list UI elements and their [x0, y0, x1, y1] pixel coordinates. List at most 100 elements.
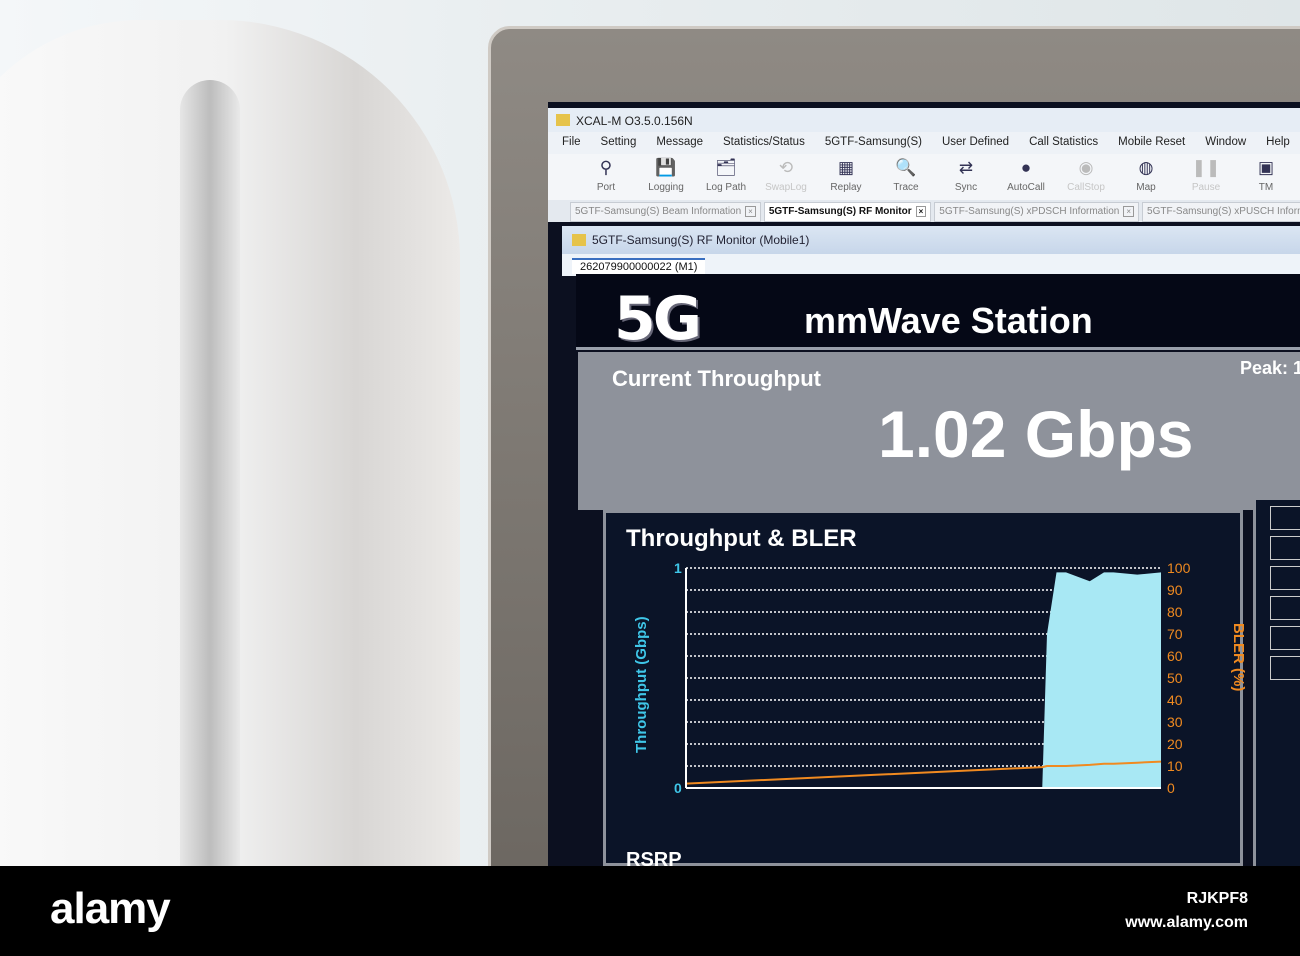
trace-button[interactable]: 🔍 Trace	[876, 158, 936, 200]
y-axis-label: Throughput (Gbps)	[633, 616, 650, 753]
tab-3[interactable]: 5GTF-Samsung(S) xPUSCH Inform×	[1142, 202, 1300, 222]
tab-label: 5GTF-Samsung(S) xPUSCH Inform	[1147, 206, 1300, 217]
menu-item-statistics-status[interactable]: Statistics/Status	[723, 136, 805, 154]
document-tabs: 5GTF-Samsung(S) Beam Information × 5GTF-Sa…	[548, 200, 1300, 222]
current-throughput-value: 1.02 Gbps	[878, 397, 1194, 471]
side-table-panel	[1253, 500, 1300, 866]
y2-tick-label: 10	[1167, 758, 1183, 774]
magnifier-icon: 🔍	[895, 158, 917, 177]
close-icon[interactable]: ×	[1123, 206, 1135, 217]
logging-button[interactable]: 💾 Logging	[636, 158, 696, 200]
window-title: 5GTF-Samsung(S) RF Monitor (Mobile1)	[592, 233, 810, 247]
app-title: XCAL-M O3.5.0.156N	[576, 114, 693, 128]
film-icon: ▦	[837, 158, 855, 177]
y2-tick-label: 40	[1167, 692, 1183, 708]
autocall-button[interactable]: ● AutoCall	[996, 158, 1056, 200]
y2-tick-label: 20	[1167, 736, 1183, 752]
menu-item-user-defined[interactable]: User Defined	[942, 136, 1009, 154]
banner-subtitle: mmWave Station	[804, 300, 1093, 341]
y2-tick-label: 90	[1167, 582, 1183, 598]
toolbar: ⚲ Port 💾 Logging 🗂 Log Path ⟲ SwapLog ▦ Replay 🔍 Tr…	[548, 154, 1300, 200]
save-icon: 💾	[655, 158, 677, 177]
menu-item-mobile-reset[interactable]: Mobile Reset	[1118, 136, 1185, 154]
menu-item-call-statistics[interactable]: Call Statistics	[1029, 136, 1098, 154]
toolbar-label: Trace	[893, 182, 919, 193]
mobile-tab-strip: 262079900000022 (M1)	[562, 254, 1300, 276]
5g-logo: 5G	[614, 284, 702, 354]
menu-item-help[interactable]: Help	[1266, 136, 1290, 154]
y2-tick-label: 100	[1167, 560, 1191, 576]
router-device	[0, 20, 460, 900]
map-button[interactable]: ◍ Map	[1116, 158, 1176, 200]
stock-footer: alamy RJKPF8 www.alamy.com	[0, 866, 1300, 956]
rsrp-panel-title: RSRP	[626, 849, 682, 866]
toolbar-label: Log Path	[705, 182, 747, 193]
y2-axis-label: BLER (%)	[1230, 623, 1246, 691]
throughput-panel: Current Throughput Peak: 1. 1.02 Gbps	[578, 352, 1300, 510]
tm-icon: ▣	[1257, 158, 1275, 177]
toolbar-label: Pause	[1191, 182, 1221, 193]
sync-icon: ⇄	[958, 158, 974, 177]
tab-2[interactable]: 5GTF-Samsung(S) xPDSCH Information ×	[934, 202, 1140, 222]
toolbar-label: Sync	[954, 182, 978, 193]
close-icon[interactable]: ×	[915, 206, 927, 217]
swap-icon: ⟲	[778, 158, 794, 177]
toolbar-label: TM	[1258, 182, 1274, 193]
alamy-url: www.alamy.com	[1125, 914, 1248, 931]
close-icon[interactable]: ×	[745, 206, 756, 217]
current-throughput-label: Current Throughput	[612, 366, 821, 391]
callstop-icon: ◉	[1078, 158, 1094, 177]
table-cell	[1270, 596, 1300, 620]
y-tick-label: 1	[674, 560, 682, 576]
app-logo-icon	[556, 114, 570, 126]
y2-tick-label: 30	[1167, 714, 1183, 730]
child-window-title-bar: 5GTF-Samsung(S) RF Monitor (Mobile1)	[562, 226, 1300, 254]
usb-icon: ⚲	[599, 158, 613, 177]
table-cell	[1270, 506, 1300, 530]
menu-item-5gtf-samsung-s-[interactable]: 5GTF-Samsung(S)	[825, 136, 922, 154]
tab-mobile1[interactable]: 262079900000022 (M1)	[572, 258, 706, 274]
title-bar: XCAL-M O3.5.0.156N	[548, 108, 1300, 132]
y-tick-label: 0	[674, 780, 682, 796]
tab-1[interactable]: 5GTF-Samsung(S) RF Monitor ×	[763, 202, 932, 222]
save-folder-icon: 🗂	[715, 158, 737, 177]
table-cell	[1270, 656, 1300, 680]
y2-tick-label: 70	[1167, 626, 1183, 642]
table-cell	[1270, 566, 1300, 590]
toolbar-label: Port	[596, 182, 616, 193]
menu-item-setting[interactable]: Setting	[601, 136, 637, 154]
port-button[interactable]: ⚲ Port	[576, 158, 636, 200]
y2-tick-label: 60	[1167, 648, 1183, 664]
sync-button[interactable]: ⇄ Sync	[936, 158, 996, 200]
globe-icon: ◍	[1138, 158, 1154, 177]
tm-button[interactable]: ▣ TM	[1236, 158, 1296, 200]
pause-button[interactable]: ❚❚ Pause	[1176, 158, 1236, 200]
menu-item-window[interactable]: Window	[1205, 136, 1246, 154]
peak-throughput: Peak: 1.	[1239, 358, 1300, 378]
toolbar-label: CallStop	[1067, 182, 1105, 193]
throughput-bler-chart-panel: Throughput & BLER 0 10 20 30 40 50 60 70 80 90 100…	[603, 510, 1246, 866]
window-logo-icon	[572, 234, 586, 246]
toolbar-label: SwapLog	[765, 182, 807, 193]
image-id: RJKPF8	[1186, 890, 1248, 907]
menu-item-file[interactable]: File	[562, 136, 581, 154]
tab-0[interactable]: 5GTF-Samsung(S) Beam Information ×	[570, 202, 761, 222]
y2-tick-label: 0	[1167, 780, 1175, 796]
laptop-screen: XCAL-M O3.5.0.156N File Setting Message Sta…	[548, 102, 1300, 866]
table-cell	[1270, 536, 1300, 560]
menu-item-message[interactable]: Message	[656, 136, 703, 154]
tab-label: 5GTF-Samsung(S) RF Monitor	[768, 206, 912, 217]
toolbar-label: Replay	[830, 182, 862, 193]
y2-tick-label: 50	[1167, 670, 1183, 686]
callstop-button[interactable]: ◉ CallStop	[1056, 158, 1116, 200]
alamy-logo: alamy	[50, 884, 171, 933]
replay-button[interactable]: ▦ Replay	[816, 158, 876, 200]
autocall-icon: ●	[1020, 158, 1032, 177]
throughput-bler-chart: 0 10 20 30 40 50 60 70 80 90 100 0 1 Throughput (Gbps…	[633, 560, 1246, 796]
tab-label: 5GTF-Samsung(S) xPDSCH Information	[939, 206, 1120, 217]
tab-label: 5GTF-Samsung(S) Beam Information	[575, 206, 742, 217]
menu-bar: File Setting Message Statistics/Status 5GTF-…	[548, 132, 1300, 154]
y2-tick-label: 80	[1167, 604, 1183, 620]
swaplog-button[interactable]: ⟲ SwapLog	[756, 158, 816, 200]
log-path-button[interactable]: 🗂 Log Path	[696, 158, 756, 200]
